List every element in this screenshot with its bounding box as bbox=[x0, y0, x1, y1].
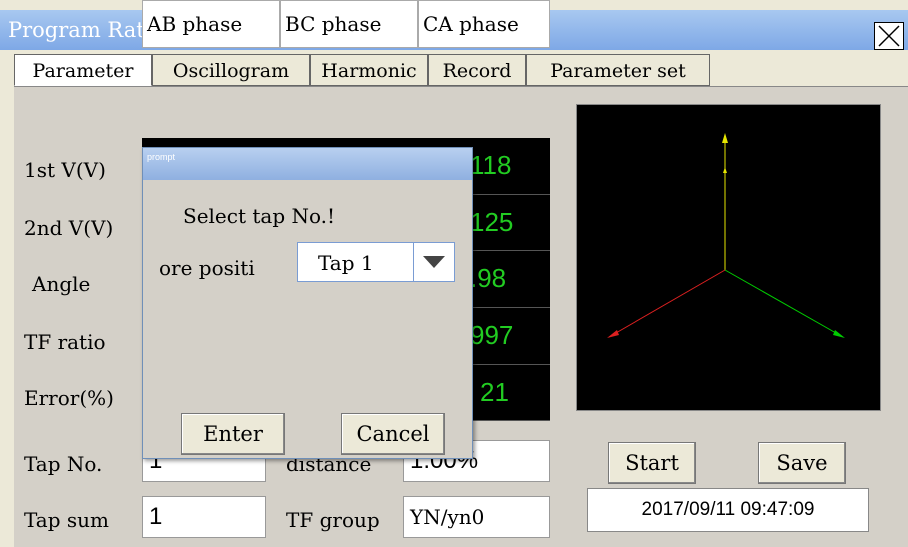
cell-tf-ratio-ca: 997 bbox=[470, 320, 514, 350]
phase-b-arrow-icon bbox=[833, 330, 845, 338]
close-button[interactable] bbox=[874, 22, 904, 50]
prompt-dialog: prompt Select tap No.! ore positi Tap 1 … bbox=[142, 147, 473, 459]
header-ab-phase: AB phase bbox=[142, 0, 280, 48]
dialog-title: prompt bbox=[147, 152, 176, 162]
chevron-down-icon bbox=[423, 256, 445, 268]
tab-harmonic[interactable]: Harmonic bbox=[310, 54, 428, 86]
cell-angle-ca: .98 bbox=[470, 263, 507, 293]
phase-c-arrow-icon bbox=[607, 330, 619, 338]
dialog-title-bar: prompt bbox=[143, 148, 472, 180]
close-icon bbox=[878, 25, 900, 47]
dialog-message: Select tap No.! bbox=[183, 204, 336, 228]
phase-b-vector bbox=[724, 269, 844, 338]
tab-parameter-set[interactable]: Parameter set bbox=[526, 54, 710, 86]
app-window: Program Ratio_V1.1 Parameter Oscillogram… bbox=[0, 0, 908, 547]
phase-a-arrow-icon bbox=[722, 133, 728, 143]
tab-record[interactable]: Record bbox=[428, 54, 526, 86]
row-label-tf-ratio: TF ratio bbox=[24, 330, 106, 354]
row-label-error: Error(%) bbox=[24, 386, 114, 410]
phasor-vectors bbox=[607, 133, 845, 338]
dialog-field-label: ore positi bbox=[159, 256, 255, 280]
tap-sum-label: Tap sum bbox=[24, 508, 109, 532]
row-label-2nd-v: 2nd V(V) bbox=[24, 216, 114, 240]
start-button[interactable]: Start bbox=[608, 442, 696, 484]
cell-1st-v-ca: 118 bbox=[470, 150, 512, 180]
tap-no-label: Tap No. bbox=[24, 452, 103, 476]
tf-group-field[interactable]: YN/yn0 bbox=[403, 496, 550, 538]
row-label-1st-v: 1st V(V) bbox=[24, 158, 106, 182]
header-ca-phase: CA phase bbox=[418, 0, 550, 48]
tf-group-label: TF group bbox=[286, 508, 380, 532]
tab-parameter[interactable]: Parameter bbox=[14, 54, 152, 86]
cancel-button[interactable]: Cancel bbox=[341, 413, 445, 455]
tap-sum-field[interactable]: 1 bbox=[142, 496, 266, 538]
tab-oscillogram[interactable]: Oscillogram bbox=[152, 54, 310, 86]
header-bc-phase: BC phase bbox=[280, 0, 418, 48]
datetime-display: 2017/09/11 09:47:09 bbox=[587, 488, 869, 532]
cell-error-ca: 21 bbox=[480, 377, 509, 407]
save-button[interactable]: Save bbox=[758, 442, 846, 484]
phase-c-vector bbox=[608, 269, 726, 338]
tap-select-value: Tap 1 bbox=[318, 251, 374, 275]
enter-button[interactable]: Enter bbox=[181, 413, 285, 455]
cell-2nd-v-ca: 125 bbox=[470, 207, 514, 237]
phasor-diagram bbox=[576, 104, 881, 411]
row-label-angle: Angle bbox=[32, 272, 91, 296]
tap-select[interactable]: Tap 1 bbox=[297, 242, 455, 282]
tap-select-dropdown[interactable] bbox=[413, 243, 454, 281]
phase-a-marker-icon bbox=[723, 167, 727, 173]
